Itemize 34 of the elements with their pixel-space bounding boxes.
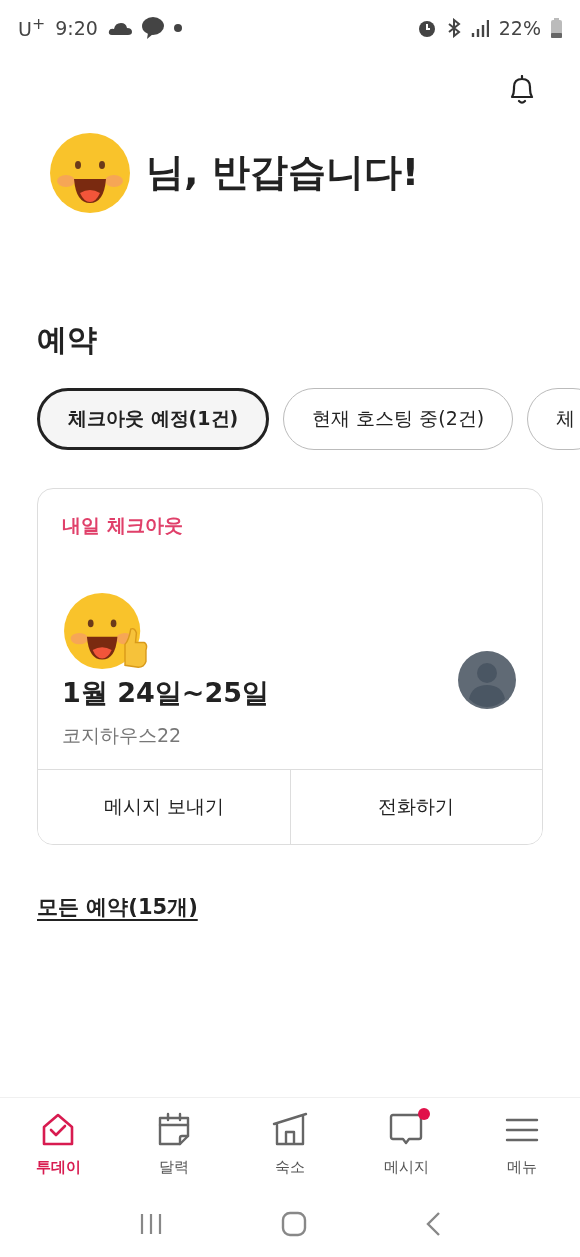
section-title: 예약 (36, 320, 98, 359)
avatar-icon (458, 651, 516, 709)
building-icon (272, 1111, 308, 1148)
bluetooth-icon (446, 17, 461, 38)
filter-tab[interactable]: 현재 호스팅 중(2건) (283, 388, 514, 450)
nav-tab[interactable]: 메시지 (348, 1098, 464, 1190)
back-icon[interactable] (425, 1210, 441, 1237)
cloud-icon (107, 20, 132, 35)
carrier-label: U$^{+}$ (18, 14, 46, 41)
emoji-icon (48, 130, 132, 215)
battery-percentage: 22% (498, 16, 541, 39)
filter-tab[interactable]: 체크아웃 예정(1건) (37, 388, 270, 450)
nav-tab[interactable]: 숙소 (232, 1098, 348, 1190)
notification-dot-icon (173, 23, 182, 32)
battery-icon (551, 17, 562, 38)
clock-time: 9:20 (55, 16, 98, 39)
calendar-icon (156, 1111, 192, 1148)
nav-tab[interactable]: 메뉴 (464, 1098, 580, 1190)
all-reservations-link[interactable]: 모든 예약(15개) (37, 895, 198, 919)
nav-tab[interactable]: 투데이 (0, 1098, 116, 1190)
card-action-button[interactable]: 전화하기 (289, 770, 542, 844)
thumbs-up-emoji-icon (62, 591, 148, 671)
signal-icon (470, 18, 489, 37)
stay-dates: 1월 24일~25일 (62, 676, 269, 710)
recent-apps-icon[interactable] (139, 1211, 163, 1236)
checkout-label: 내일 체크아웃 (62, 513, 184, 538)
chat-bubble-icon (141, 16, 164, 39)
listing-name: 코지하우스22 (62, 723, 183, 748)
nav-tab[interactable]: 달력 (116, 1098, 232, 1190)
house-check-icon (40, 1111, 76, 1148)
notification-bell-icon[interactable] (508, 75, 536, 105)
home-icon[interactable] (281, 1210, 307, 1237)
filter-tab[interactable]: 체 (527, 388, 580, 450)
greeting-text: 님, 반갑습니다! (146, 149, 419, 196)
